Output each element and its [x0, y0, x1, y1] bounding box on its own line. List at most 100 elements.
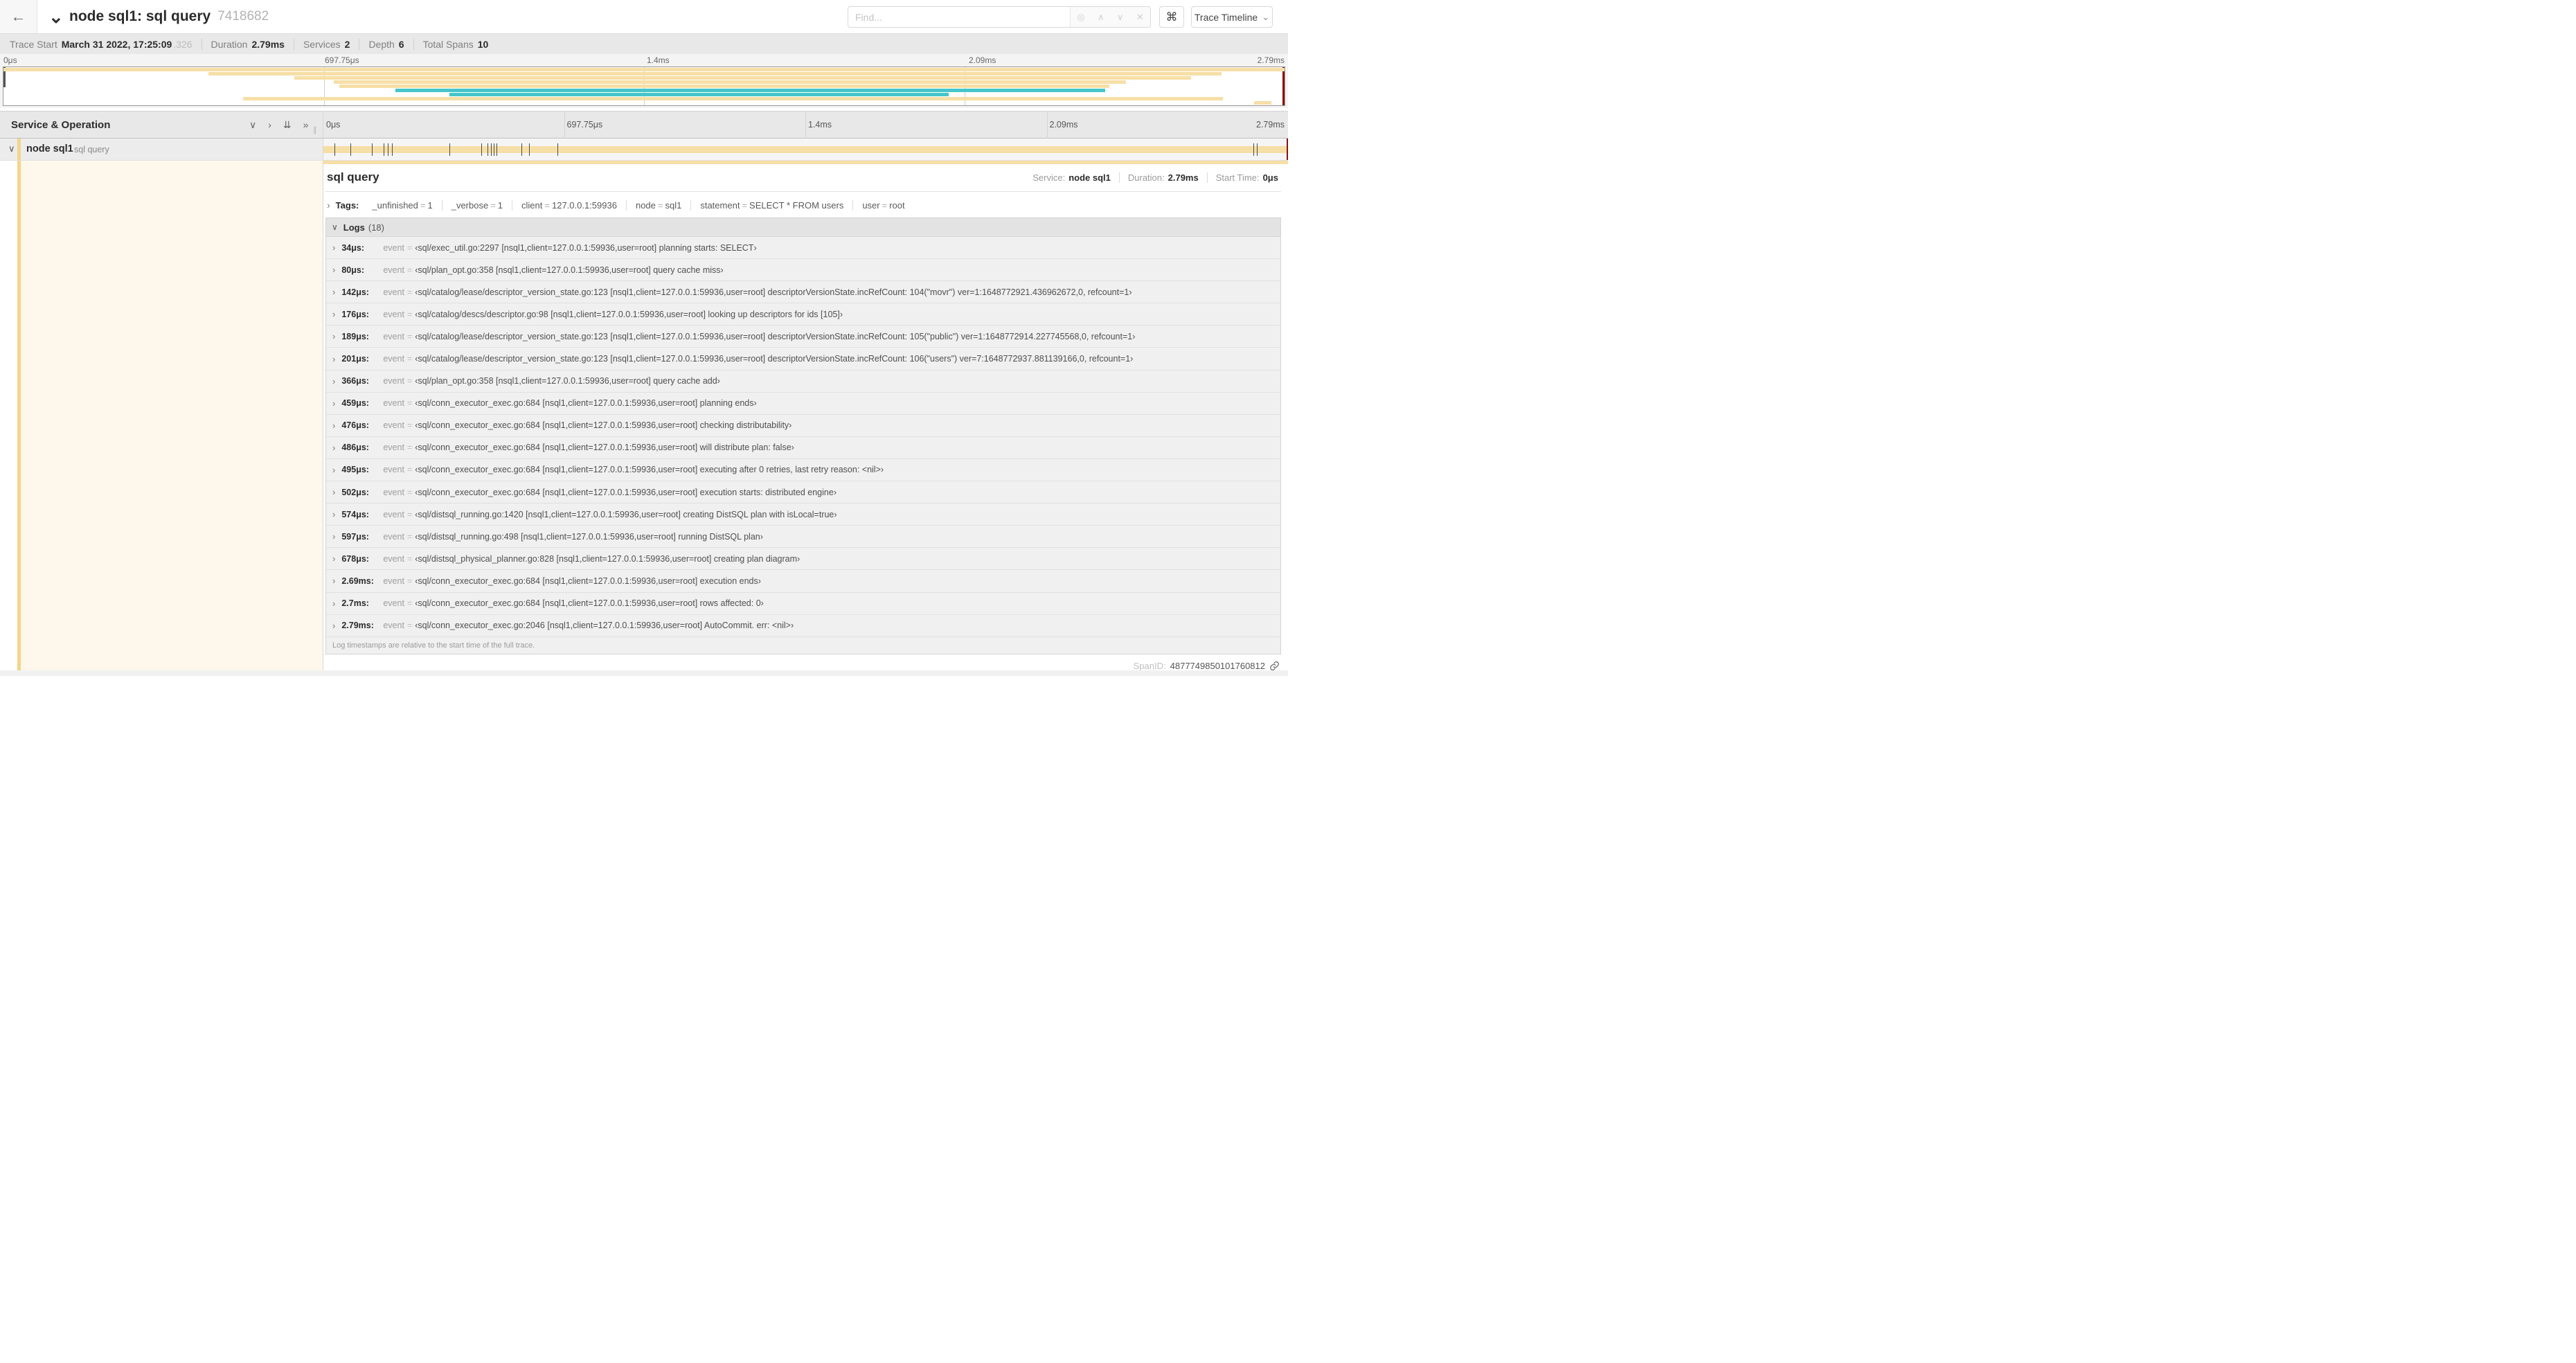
service-operation-title: Service & Operation — [11, 118, 111, 131]
log-equals: = — [406, 576, 413, 586]
detail-overview: Service: node sql1 Duration: 2.79ms Start Ti… — [1024, 172, 1280, 183]
log-row[interactable]: › 80μs: event = ‹sql/plan_opt.go:358 [nsql1,… — [326, 259, 1280, 282]
log-row[interactable]: › 574μs: event = ‹sql/distsql_running.go:142… — [326, 504, 1280, 526]
log-row[interactable]: › 176μs: event = ‹sql/catalog/descs/descript… — [326, 303, 1280, 326]
trace-view-selector[interactable]: Trace Timeline ⌄ — [1191, 6, 1273, 28]
trace-collapse-chevron-icon[interactable]: ⌄ — [48, 3, 64, 30]
chevron-right-icon: › — [332, 287, 336, 298]
expand-one-icon[interactable]: › — [268, 119, 271, 130]
meta-value: March 31 2022, 17:25:09 — [61, 38, 172, 50]
minimap-canvas[interactable] — [3, 66, 1285, 106]
tags-list: _unfinished = 1 _verbose = 1 client = 127.0.0.1:… — [363, 199, 913, 211]
time-tick-label: 0μs — [326, 120, 341, 130]
keyboard-shortcuts-button[interactable]: ⌘ — [1159, 6, 1184, 28]
log-row[interactable]: › 2.79ms: event = ‹sql/conn_executor_exec.go… — [326, 615, 1280, 637]
log-row[interactable]: › 678μs: event = ‹sql/distsql_physical_plann… — [326, 548, 1280, 571]
log-row[interactable]: › 201μs: event = ‹sql/catalog/lease/descript… — [326, 348, 1280, 371]
log-row[interactable]: › 495μs: event = ‹sql/conn_executor_exec.go:… — [326, 459, 1280, 482]
span-detail-card: sql query Service: node sql1 Duration: 2.79… — [325, 166, 1281, 654]
next-match-icon[interactable]: ∨ — [1117, 12, 1124, 23]
spanid-value: 4877749850101760812 — [1170, 661, 1265, 671]
log-row[interactable]: › 476μs: event = ‹sql/conn_executor_exec.go:… — [326, 415, 1280, 437]
expand-all-icon[interactable]: » — [303, 119, 309, 130]
log-equals: = — [406, 420, 413, 431]
time-tick-label: 2.79ms — [1256, 120, 1285, 130]
log-row[interactable]: › 2.69ms: event = ‹sql/conn_executor_exec.go… — [326, 570, 1280, 593]
log-timestamp: 574μs: — [341, 509, 369, 519]
log-row[interactable]: › 366μs: event = ‹sql/plan_opt.go:358 [nsql1… — [326, 371, 1280, 393]
log-event-label: event — [383, 531, 404, 542]
logs-count: (18) — [368, 222, 384, 233]
span-row[interactable]: ∨ node sql1 sql query — [0, 139, 1288, 161]
command-icon: ⌘ — [1165, 10, 1178, 24]
log-equals: = — [406, 598, 413, 609]
tag-equals: = — [490, 199, 496, 211]
overview-label: Service: — [1032, 172, 1066, 183]
minimap-right-handle[interactable] — [1282, 67, 1285, 105]
tag-value: SELECT * FROM users — [749, 199, 844, 211]
tag-item[interactable]: _unfinished = 1 — [363, 199, 442, 211]
tag-key: _unfinished — [372, 199, 418, 211]
prev-match-icon[interactable]: ∧ — [1098, 12, 1104, 23]
detail-header[interactable]: sql query Service: node sql1 Duration: 2.79… — [325, 166, 1281, 192]
collapse-all-icon[interactable]: ⇊ — [283, 119, 292, 131]
log-event-value: ‹sql/conn_executor_exec.go:684 [nsql1,cl… — [415, 443, 794, 453]
span-row-name-column[interactable]: ∨ node sql1 sql query — [0, 139, 323, 160]
log-row[interactable]: › 189μs: event = ‹sql/catalog/lease/descript… — [326, 326, 1280, 348]
log-event-label: event — [383, 576, 404, 586]
log-row[interactable]: › 486μs: event = ‹sql/conn_executor_exec.go:… — [326, 437, 1280, 459]
meta-value: 2.79ms — [251, 38, 285, 50]
tag-item[interactable]: user = root — [853, 200, 913, 211]
overview-value: 0μs — [1262, 172, 1278, 183]
span-row-timeline[interactable] — [323, 139, 1288, 160]
detail-row-span-bar — [323, 161, 1288, 164]
log-marker-tick — [529, 143, 530, 156]
log-timestamp: 176μs: — [341, 309, 369, 319]
log-event-value: ‹sql/conn_executor_exec.go:684 [nsql1,cl… — [415, 576, 761, 586]
log-marker-tick — [392, 143, 393, 156]
span-duration-bar[interactable] — [323, 143, 1288, 156]
column-resizer-handle[interactable]: ∥ — [313, 125, 317, 134]
back-button[interactable]: ← — [0, 0, 37, 33]
time-tick-label: 1.4ms — [647, 55, 670, 65]
tag-key: statement — [700, 199, 740, 211]
detail-span-title: sql query — [327, 170, 379, 184]
detail-overview-item: Duration: 2.79ms — [1120, 172, 1208, 183]
meta-value: 6 — [398, 38, 404, 50]
log-equals: = — [406, 531, 413, 542]
log-event-value: ‹sql/conn_executor_exec.go:684 [nsql1,cl… — [415, 398, 757, 409]
timeline-minimap: 0μs 697.75μs 1.4ms 2.09ms 2.79ms — [0, 54, 1288, 108]
minimap-time-labels: 0μs 697.75μs 1.4ms 2.09ms 2.79ms — [0, 55, 1288, 66]
log-row[interactable]: › 2.7ms: event = ‹sql/conn_executor_exec.go:… — [326, 593, 1280, 615]
chevron-right-icon: › — [332, 576, 336, 587]
timeline-right-boundary — [1287, 139, 1288, 160]
log-row[interactable]: › 142μs: event = ‹sql/catalog/lease/descript… — [326, 281, 1280, 304]
collapse-one-icon[interactable]: ∨ — [249, 119, 256, 131]
log-marker-tick — [481, 143, 483, 156]
spanid-row: SpanID: 4877749850101760812 — [1134, 661, 1280, 671]
tag-item[interactable]: node = sql1 — [627, 199, 692, 211]
minimap-span-bar — [395, 89, 1105, 92]
tag-equals: = — [544, 199, 550, 211]
log-row[interactable]: › 34μs: event = ‹sql/exec_util.go:2297 [nsql… — [326, 237, 1280, 260]
locate-icon[interactable]: ◎ — [1077, 12, 1084, 23]
log-marker-tick — [371, 143, 373, 156]
link-icon[interactable] — [1269, 661, 1280, 671]
tag-item[interactable]: client = 127.0.0.1:59936 — [512, 199, 627, 211]
find-group: ◎ ∧ ∨ ✕ — [848, 6, 1151, 28]
log-row[interactable]: › 502μs: event = ‹sql/conn_executor_exec.go:… — [326, 481, 1280, 504]
clear-icon[interactable]: ✕ — [1136, 12, 1144, 23]
tag-item[interactable]: statement = SELECT * FROM users — [691, 199, 854, 211]
span-collapse-chevron-icon[interactable]: ∨ — [8, 143, 15, 154]
tags-accordion[interactable]: › Tags: _unfinished = 1 _verbose = 1 client = 12… — [325, 192, 1281, 217]
log-row[interactable]: › 459μs: event = ‹sql/conn_executor_exec.go:… — [326, 393, 1280, 415]
logs-accordion-header[interactable]: ∨ Logs (18) — [326, 218, 1280, 237]
log-event-label: event — [383, 376, 404, 386]
log-event-label: event — [383, 621, 404, 631]
detail-overview-item: Start Time: 0μs — [1208, 172, 1280, 183]
minimap-span-bar — [3, 68, 1285, 71]
tag-item[interactable]: _verbose = 1 — [442, 199, 513, 211]
find-controls: ◎ ∧ ∨ ✕ — [1070, 7, 1150, 27]
log-row[interactable]: › 597μs: event = ‹sql/distsql_running.go:498… — [326, 526, 1280, 549]
find-input[interactable] — [848, 7, 1070, 27]
